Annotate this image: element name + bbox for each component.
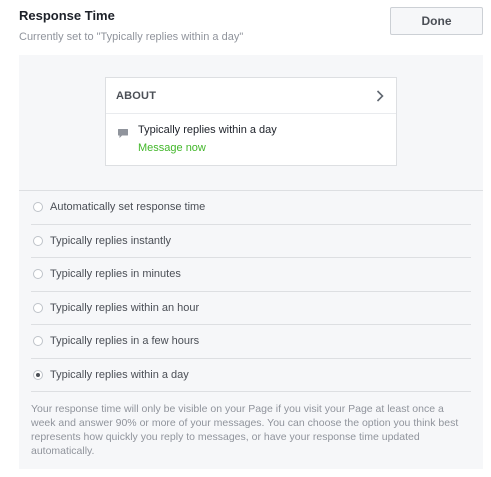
option-few-hours[interactable]: Typically replies in a few hours xyxy=(31,325,471,359)
option-label: Typically replies within a day xyxy=(50,368,189,381)
radio-button[interactable] xyxy=(33,202,43,213)
option-within-day[interactable]: Typically replies within a day xyxy=(31,359,471,392)
radio-button[interactable] xyxy=(33,336,43,347)
radio-button[interactable] xyxy=(33,302,43,313)
option-label: Automatically set response time xyxy=(50,201,206,214)
done-button[interactable]: Done xyxy=(390,7,483,35)
page-title: Response Time xyxy=(19,8,115,23)
about-card-header[interactable]: ABOUT xyxy=(106,78,396,114)
option-instantly[interactable]: Typically replies instantly xyxy=(31,225,471,258)
option-minutes[interactable]: Typically replies in minutes xyxy=(31,258,471,292)
message-now-link[interactable]: Message now xyxy=(138,142,206,154)
response-time-panel: ABOUT Typically replies within a day Mes… xyxy=(19,55,483,469)
response-options-list: Automatically set response time Typicall… xyxy=(31,191,471,392)
option-within-hour[interactable]: Typically replies within an hour xyxy=(31,292,471,325)
option-label: Typically replies in a few hours xyxy=(50,335,200,348)
option-label: Typically replies in minutes xyxy=(50,268,181,281)
option-label: Typically replies within an hour xyxy=(50,301,200,314)
radio-button[interactable] xyxy=(33,269,43,280)
current-setting-subtitle: Currently set to "Typically replies with… xyxy=(19,31,244,43)
radio-button-selected[interactable] xyxy=(33,369,43,380)
visibility-note: Your response time will only be visible … xyxy=(31,403,459,457)
radio-button[interactable] xyxy=(33,235,43,246)
chevron-right-icon[interactable] xyxy=(374,89,386,102)
option-automatic[interactable]: Automatically set response time xyxy=(31,191,471,225)
about-preview-card: ABOUT Typically replies within a day Mes… xyxy=(105,77,397,166)
about-card-title: ABOUT xyxy=(116,89,157,102)
message-bubble-icon xyxy=(117,126,129,138)
option-label: Typically replies instantly xyxy=(50,234,172,247)
response-time-preview-text: Typically replies within a day xyxy=(138,124,277,136)
